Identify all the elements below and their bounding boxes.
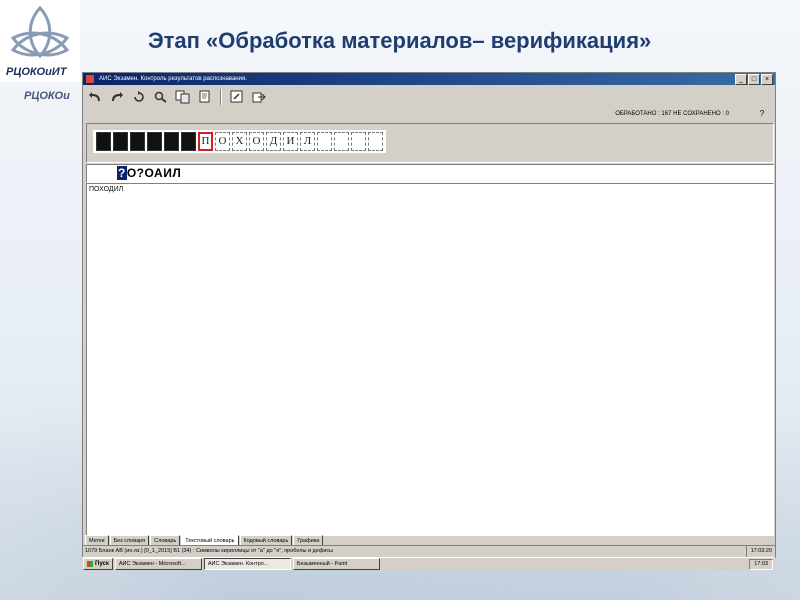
logo: РЦОКОиИТ xyxy=(0,0,80,82)
character-cell[interactable] xyxy=(113,132,128,151)
character-cell[interactable]: О xyxy=(249,132,264,151)
window-title: АИС Экзамен. Контроль результатов распоз… xyxy=(99,76,247,82)
character-cell[interactable] xyxy=(147,132,162,151)
window-titlebar[interactable]: АИС Экзамен. Контроль результатов распоз… xyxy=(83,73,775,85)
character-cell[interactable]: Х xyxy=(232,132,247,151)
character-cell[interactable] xyxy=(317,132,332,151)
taskbar: Пуск АИС Экзамен - Microsoft... АИС Экзам… xyxy=(82,557,775,570)
minimize-button[interactable]: _ xyxy=(735,74,747,85)
export-button[interactable] xyxy=(249,88,269,106)
status-field-info: 1079 Бланк АВ (ин.яз.) [0_1_2015] В1 (34… xyxy=(85,548,334,554)
logo-emblem-icon xyxy=(10,5,70,59)
edit-button[interactable] xyxy=(227,88,247,106)
undo-icon xyxy=(89,92,100,101)
character-cell[interactable]: И xyxy=(283,132,298,151)
character-cell[interactable] xyxy=(130,132,145,151)
start-button[interactable]: Пуск xyxy=(83,558,113,570)
redo-button[interactable] xyxy=(107,88,127,106)
character-cell[interactable] xyxy=(181,132,196,151)
refresh-button[interactable] xyxy=(129,88,149,106)
logo-text-secondary: РЦОКОи xyxy=(24,90,70,102)
undo-button[interactable] xyxy=(85,88,105,106)
status-time: 17:03:20 xyxy=(745,546,772,557)
refresh-icon xyxy=(134,91,144,102)
windows-flag-icon xyxy=(87,561,93,567)
page-button[interactable] xyxy=(195,88,215,106)
unknown-char: ? xyxy=(117,166,127,180)
taskbar-task[interactable]: Безымянный - Paint xyxy=(292,558,380,570)
processed-counts: ОБРАБОТАНО : 167 НЕ СОХРАНЕНО : 0 xyxy=(615,111,729,117)
scanned-field-image: ПОХОДИЛ xyxy=(86,123,774,163)
taskbar-task[interactable]: АИС Экзамен. Контро... xyxy=(203,558,291,570)
copy-icon xyxy=(175,90,190,104)
logo-text: РЦОКОиИТ xyxy=(6,66,67,78)
character-cell[interactable]: Л xyxy=(300,132,315,151)
maximize-button[interactable]: □ xyxy=(748,74,760,85)
search-icon xyxy=(154,91,167,103)
text-editor[interactable]: ПОХОДИЛ xyxy=(86,183,774,536)
start-label: Пуск xyxy=(95,561,109,567)
tray-clock: 17:03 xyxy=(749,559,773,570)
copy-button[interactable] xyxy=(173,88,193,106)
editor-text: ПОХОДИЛ xyxy=(89,186,124,193)
app-window: АИС Экзамен. Контроль результатов распоз… xyxy=(82,72,776,548)
toolbar-separator xyxy=(220,89,222,105)
recognized-value-row[interactable]: ?О?ОАИЛ xyxy=(86,164,774,183)
task-buttons: АИС Экзамен - Microsoft... АИС Экзамен. К… xyxy=(114,558,380,570)
character-cell[interactable] xyxy=(96,132,111,151)
character-cell[interactable] xyxy=(351,132,366,151)
character-cell[interactable] xyxy=(368,132,383,151)
character-cell[interactable] xyxy=(164,132,179,151)
character-cell[interactable]: О xyxy=(215,132,230,151)
toolbar xyxy=(83,86,775,108)
recognized-rest: О?ОАИЛ xyxy=(126,166,182,180)
slide-title: Этап «Обработка материалов– верификация» xyxy=(148,28,652,53)
taskbar-task[interactable]: АИС Экзамен - Microsoft... xyxy=(114,558,202,570)
character-cell[interactable] xyxy=(334,132,349,151)
processing-status: ОБРАБОТАНО : 167 НЕ СОХРАНЕНО : 0 ? xyxy=(83,107,775,121)
edit-icon xyxy=(230,90,243,103)
redo-icon xyxy=(112,92,123,101)
app-icon xyxy=(86,75,94,83)
page-icon xyxy=(199,90,210,103)
search-button[interactable] xyxy=(151,88,171,106)
character-cell[interactable]: Д xyxy=(266,132,281,151)
export-icon xyxy=(252,92,266,103)
help-button[interactable]: ? xyxy=(757,109,767,119)
active-character-cell[interactable]: П xyxy=(198,132,213,151)
recognized-value: ?О?ОАИЛ xyxy=(117,166,181,180)
character-cells: ПОХОДИЛ xyxy=(93,130,386,153)
close-button[interactable]: × xyxy=(761,74,773,85)
